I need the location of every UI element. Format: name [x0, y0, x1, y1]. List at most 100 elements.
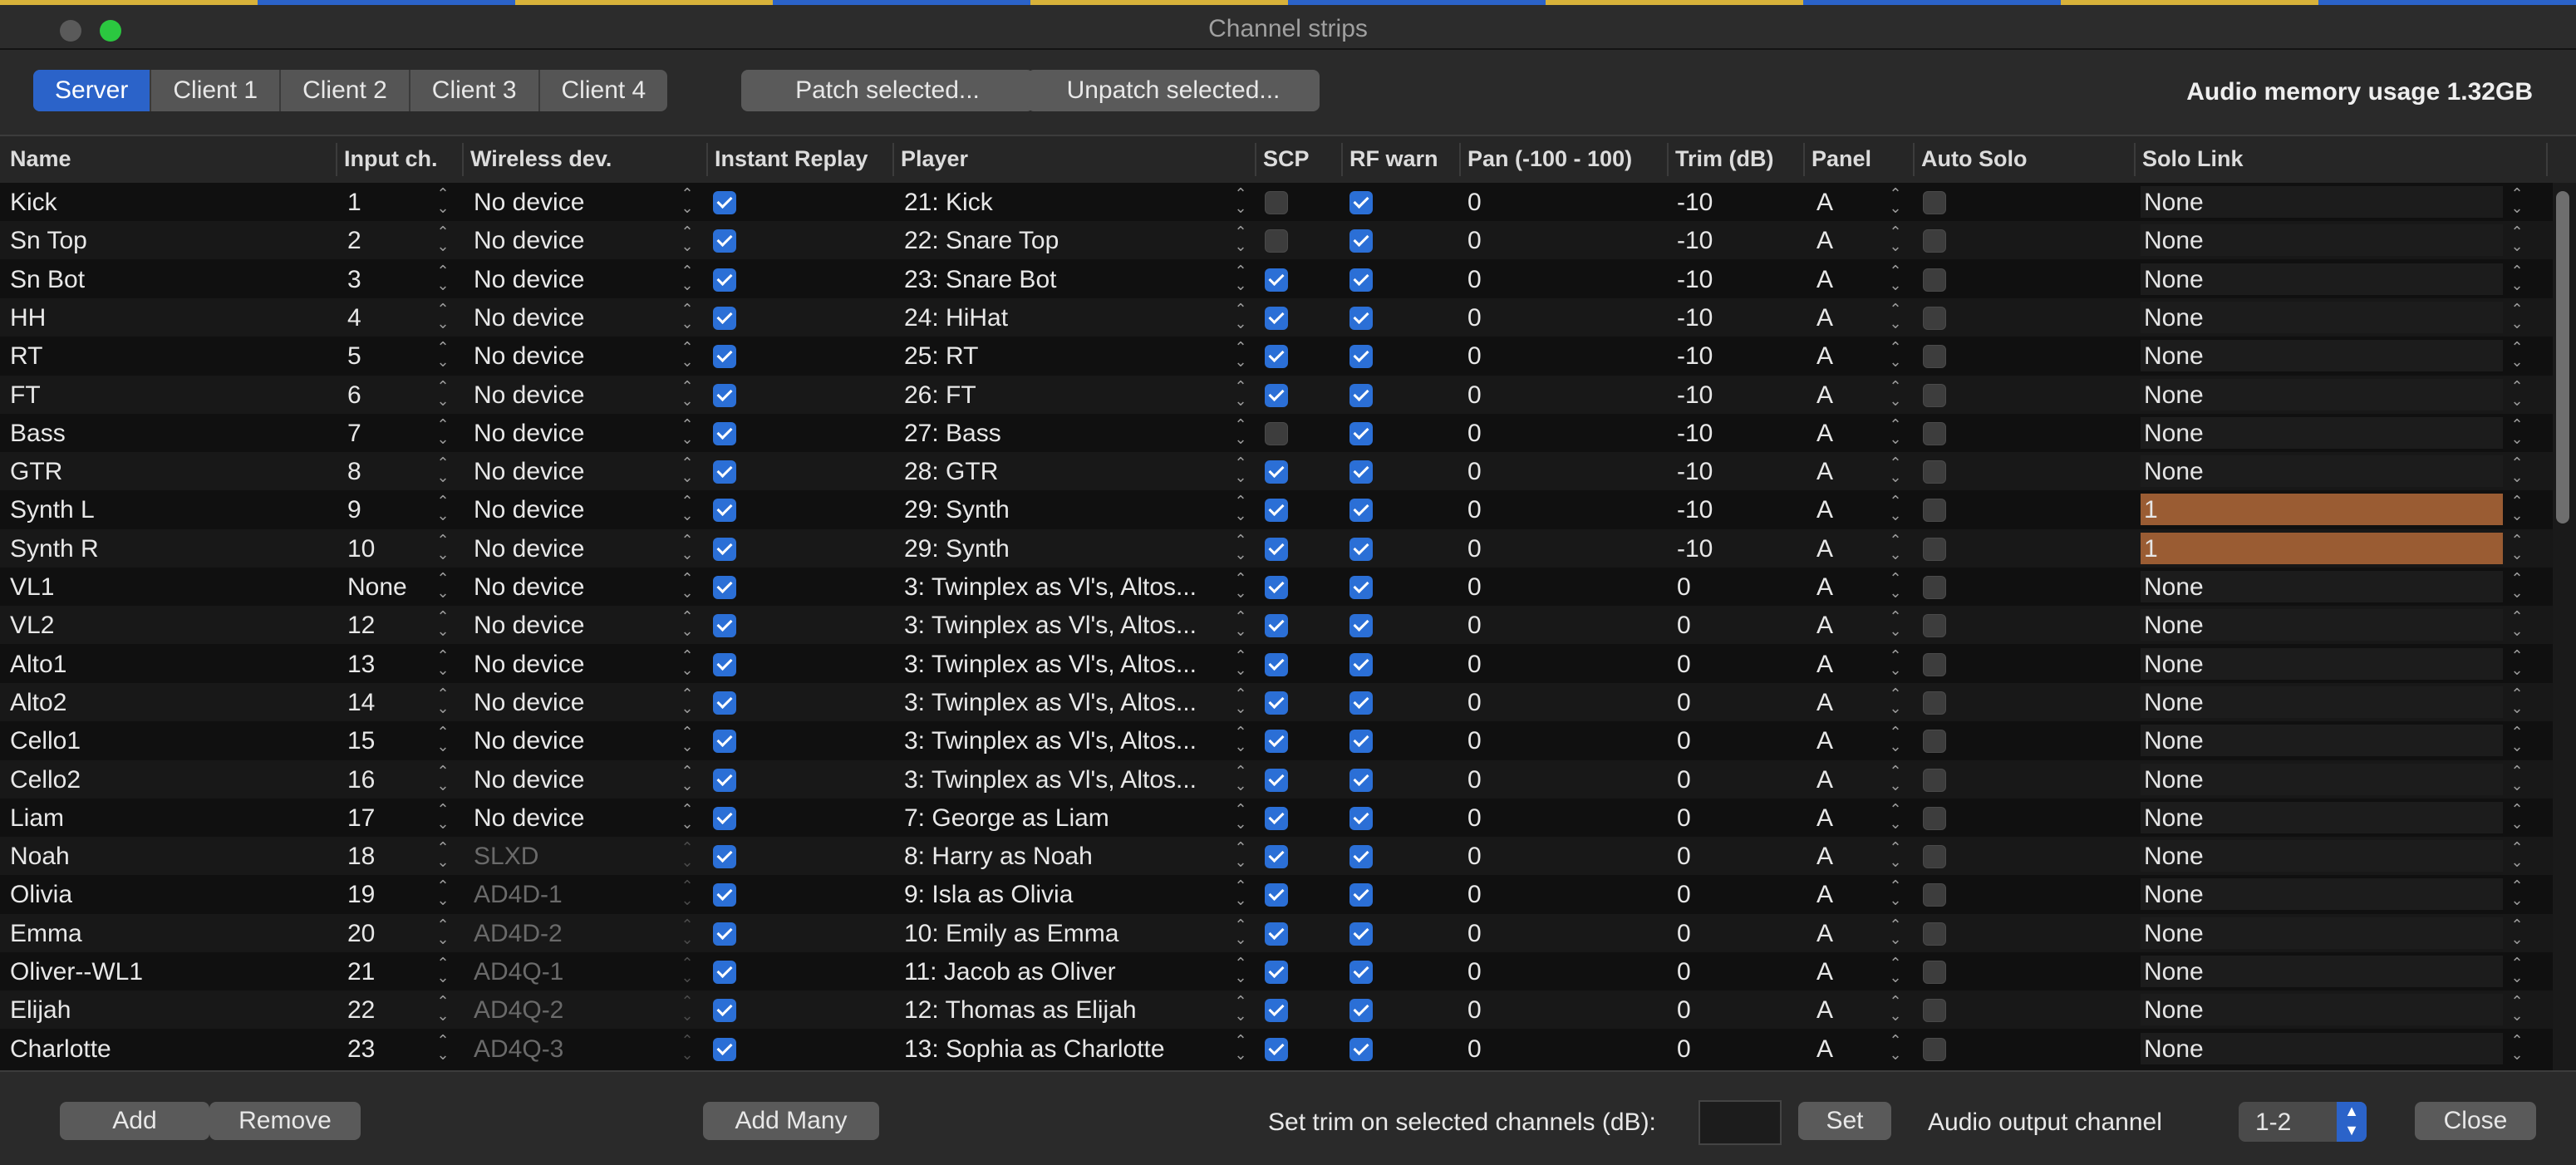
- pan-value[interactable]: 0: [1467, 689, 1482, 717]
- channel-name[interactable]: Sn Top: [10, 227, 87, 255]
- stepper-arrows-icon[interactable]: ⌃ ⌄: [435, 379, 450, 408]
- patch-selected-button[interactable]: Patch selected...: [741, 70, 1034, 111]
- rf-warn-checkbox[interactable]: [1349, 652, 1373, 676]
- auto-solo-checkbox[interactable]: [1923, 421, 1946, 445]
- stepper-arrows-icon[interactable]: ⌃ ⌄: [680, 1033, 695, 1062]
- stepper-arrows-icon[interactable]: ⌃ ⌄: [2510, 609, 2524, 638]
- pan-value[interactable]: 0: [1467, 381, 1482, 410]
- rf-warn-checkbox[interactable]: [1349, 229, 1373, 253]
- rf-warn-checkbox[interactable]: [1349, 537, 1373, 561]
- rf-warn-checkbox[interactable]: [1349, 576, 1373, 599]
- pan-value[interactable]: 0: [1467, 458, 1482, 486]
- stepper-arrows-icon[interactable]: ⌃ ⌄: [680, 609, 695, 638]
- channel-name[interactable]: Cello2: [10, 766, 81, 794]
- add-many-button[interactable]: Add Many: [703, 1102, 879, 1140]
- scp-checkbox[interactable]: [1265, 730, 1288, 754]
- stepper-arrows-icon[interactable]: ⌃ ⌄: [435, 648, 450, 677]
- pan-value[interactable]: 0: [1467, 843, 1482, 871]
- panel-value[interactable]: A: [1816, 1035, 1833, 1064]
- column-divider[interactable]: [336, 143, 337, 176]
- instant-replay-checkbox[interactable]: [713, 1037, 736, 1061]
- channel-name[interactable]: Alto1: [10, 651, 66, 679]
- stepper-arrows-icon[interactable]: ⌃ ⌄: [2510, 455, 2524, 484]
- player-name[interactable]: 27: Bass: [904, 420, 1220, 448]
- auto-solo-checkbox[interactable]: [1923, 806, 1946, 830]
- channel-name[interactable]: FT: [10, 381, 41, 410]
- channel-name[interactable]: RT: [10, 342, 42, 371]
- stepper-arrows-icon[interactable]: ⌃ ⌄: [1888, 648, 1903, 677]
- panel-value[interactable]: A: [1816, 766, 1833, 794]
- stepper-arrows-icon[interactable]: ⌃ ⌄: [435, 302, 450, 331]
- stepper-arrows-icon[interactable]: ⌃ ⌄: [435, 764, 450, 793]
- stepper-arrows-icon[interactable]: ⌃ ⌄: [680, 263, 695, 292]
- wireless-device[interactable]: No device: [474, 727, 584, 755]
- stepper-arrows-icon[interactable]: ⌃ ⌄: [1233, 494, 1248, 523]
- instant-replay-checkbox[interactable]: [713, 499, 736, 523]
- panel-value[interactable]: A: [1816, 304, 1833, 332]
- channel-name[interactable]: Oliver--WL1: [10, 958, 143, 986]
- rf-warn-checkbox[interactable]: [1349, 460, 1373, 484]
- rf-warn-checkbox[interactable]: [1349, 883, 1373, 907]
- scp-checkbox[interactable]: [1265, 1037, 1288, 1061]
- stepper-arrows-icon[interactable]: ⌃ ⌄: [435, 455, 450, 484]
- scp-checkbox[interactable]: [1265, 537, 1288, 561]
- solo-link-field[interactable]: None: [2141, 647, 2503, 680]
- auto-solo-checkbox[interactable]: [1923, 345, 1946, 369]
- stepper-arrows-icon[interactable]: ⌃ ⌄: [680, 571, 695, 600]
- pan-value[interactable]: 0: [1467, 189, 1482, 217]
- input-channel[interactable]: 18: [347, 843, 375, 871]
- instant-replay-checkbox[interactable]: [713, 460, 736, 484]
- scp-checkbox[interactable]: [1265, 576, 1288, 599]
- wireless-device[interactable]: AD4Q-1: [474, 958, 563, 986]
- player-name[interactable]: 3: Twinplex as Vl's, Altos...: [904, 766, 1220, 794]
- panel-value[interactable]: A: [1816, 804, 1833, 833]
- column-divider[interactable]: [1803, 143, 1805, 176]
- stepper-arrows-icon[interactable]: ⌃ ⌄: [680, 686, 695, 715]
- channel-name[interactable]: VL1: [10, 573, 54, 602]
- table-row[interactable]: VL1 None ⌃ ⌄ No device ⌃ ⌄ 3: Twinplex as Vl's,…: [0, 568, 2553, 606]
- scp-checkbox[interactable]: [1265, 268, 1288, 292]
- stepper-arrows-icon[interactable]: ⌃ ⌄: [680, 802, 695, 831]
- pan-value[interactable]: 0: [1467, 612, 1482, 640]
- input-channel[interactable]: 1: [347, 189, 361, 217]
- rf-warn-checkbox[interactable]: [1349, 191, 1373, 214]
- player-name[interactable]: 21: Kick: [904, 189, 1220, 217]
- instant-replay-checkbox[interactable]: [713, 421, 736, 445]
- instant-replay-checkbox[interactable]: [713, 730, 736, 754]
- stepper-arrows-icon[interactable]: ⌃ ⌄: [1888, 186, 1903, 215]
- table-row[interactable]: RT 5 ⌃ ⌄ No device ⌃ ⌄ 25: RT ⌃ ⌄ 0 -10 A ⌃ ⌄ None ⌃ ⌄: [0, 337, 2553, 375]
- panel-value[interactable]: A: [1816, 843, 1833, 871]
- rf-warn-checkbox[interactable]: [1349, 306, 1373, 330]
- input-channel[interactable]: 21: [347, 958, 375, 986]
- channel-name[interactable]: Alto2: [10, 689, 66, 717]
- rf-warn-checkbox[interactable]: [1349, 999, 1373, 1023]
- rf-warn-checkbox[interactable]: [1349, 961, 1373, 984]
- auto-solo-checkbox[interactable]: [1923, 614, 1946, 638]
- stepper-arrows-icon[interactable]: ⌃ ⌄: [1233, 878, 1248, 907]
- instant-replay-checkbox[interactable]: [713, 537, 736, 561]
- rf-warn-checkbox[interactable]: [1349, 768, 1373, 792]
- wireless-device[interactable]: No device: [474, 227, 584, 255]
- instant-replay-checkbox[interactable]: [713, 806, 736, 830]
- stepper-arrows-icon[interactable]: ⌃ ⌄: [2510, 725, 2524, 754]
- stepper-arrows-icon[interactable]: ⌃ ⌄: [680, 917, 695, 946]
- solo-link-field[interactable]: None: [2141, 378, 2503, 410]
- input-channel[interactable]: 16: [347, 766, 375, 794]
- trim-value[interactable]: 0: [1677, 766, 1691, 794]
- trim-value[interactable]: 0: [1677, 573, 1691, 602]
- stepper-arrows-icon[interactable]: ⌃ ⌄: [1233, 455, 1248, 484]
- input-channel[interactable]: 20: [347, 920, 375, 948]
- stepper-arrows-icon[interactable]: ⌃ ⌄: [435, 878, 450, 907]
- instant-replay-checkbox[interactable]: [713, 306, 736, 330]
- stepper-arrows-icon[interactable]: ⌃ ⌄: [2510, 764, 2524, 793]
- auto-solo-checkbox[interactable]: [1923, 961, 1946, 984]
- auto-solo-checkbox[interactable]: [1923, 922, 1946, 946]
- stepper-arrows-icon[interactable]: ⌃ ⌄: [2510, 686, 2524, 715]
- channel-name[interactable]: Synth L: [10, 496, 95, 524]
- panel-value[interactable]: A: [1816, 612, 1833, 640]
- stepper-arrows-icon[interactable]: ⌃ ⌄: [680, 840, 695, 869]
- scp-checkbox[interactable]: [1265, 383, 1288, 407]
- stepper-arrows-icon[interactable]: ⌃ ⌄: [680, 224, 695, 253]
- stepper-arrows-icon[interactable]: ⌃ ⌄: [435, 1033, 450, 1062]
- player-name[interactable]: 7: George as Liam: [904, 804, 1220, 833]
